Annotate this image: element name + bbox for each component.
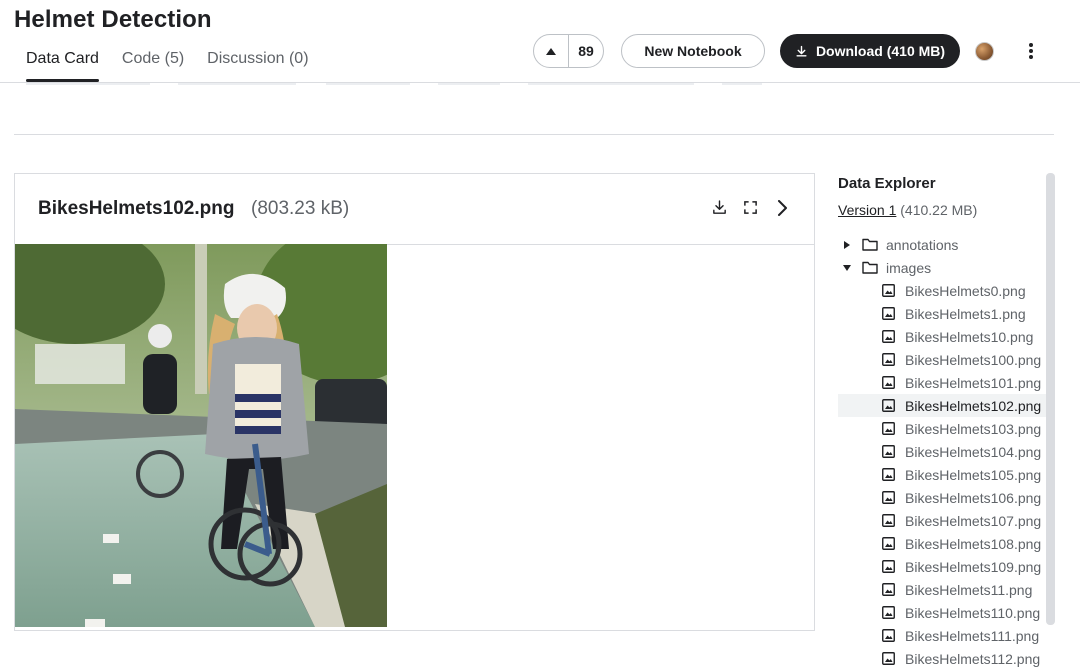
- tree-file-item[interactable]: BikesHelmets109.png: [838, 555, 1046, 578]
- image-file-icon: [882, 307, 896, 320]
- tree-file-label: BikesHelmets110.png: [905, 604, 1041, 621]
- image-file-icon: [882, 399, 896, 412]
- tree-file-item[interactable]: BikesHelmets108.png: [838, 532, 1046, 555]
- download-button[interactable]: Download (410 MB): [780, 34, 960, 68]
- tree-file-label: BikesHelmets11.png: [905, 581, 1033, 598]
- user-avatar[interactable]: [975, 42, 994, 61]
- fullscreen-button[interactable]: [742, 199, 759, 216]
- tree-file-item[interactable]: BikesHelmets11.png: [838, 578, 1046, 601]
- tree-file-item[interactable]: BikesHelmets110.png: [838, 601, 1046, 624]
- tree-file-label: BikesHelmets1.png: [905, 305, 1026, 322]
- arrow-up-icon: [546, 47, 556, 55]
- download-icon: [713, 200, 726, 214]
- image-file-icon: [882, 376, 896, 389]
- data-explorer-title: Data Explorer: [838, 175, 936, 192]
- image-file-icon: [882, 606, 896, 619]
- image-file-icon: [882, 652, 896, 665]
- tree-file-label: BikesHelmets102.png: [905, 397, 1042, 414]
- preview-header: BikesHelmets102.png (803.23 kB): [15, 174, 814, 245]
- explorer-scrollbar[interactable]: [1046, 173, 1055, 625]
- image-file-icon: [882, 583, 896, 596]
- section-divider: [14, 134, 1054, 135]
- preview-actions: [711, 199, 790, 216]
- tree-file-label: BikesHelmets105.png: [905, 466, 1042, 483]
- tree-file-item[interactable]: BikesHelmets106.png: [838, 486, 1046, 509]
- tree-file-item[interactable]: BikesHelmets1.png: [838, 302, 1046, 325]
- tree-file-label: BikesHelmets111.png: [905, 627, 1040, 644]
- cyclist-photo: [15, 244, 387, 627]
- tree-file-item[interactable]: BikesHelmets10.png: [838, 325, 1046, 348]
- tab-discussion[interactable]: Discussion (0): [207, 50, 308, 80]
- tree-file-label: BikesHelmets101.png: [905, 374, 1042, 391]
- image-file-icon: [882, 445, 896, 458]
- tree-file-item[interactable]: BikesHelmets0.png: [838, 279, 1046, 302]
- image-file-list: BikesHelmets0.png BikesHelmets1.png BikesH…: [838, 279, 1046, 670]
- preview-image: [15, 244, 387, 627]
- tree-file-item[interactable]: BikesHelmets101.png: [838, 371, 1046, 394]
- new-notebook-button[interactable]: New Notebook: [621, 34, 765, 68]
- tree-file-label: BikesHelmets112.png: [905, 650, 1041, 667]
- tree-file-label: BikesHelmets103.png: [905, 420, 1042, 437]
- tree-file-label: BikesHelmets0.png: [905, 282, 1026, 299]
- image-file-icon: [882, 514, 896, 527]
- image-file-icon: [882, 560, 896, 573]
- tree-file-label: BikesHelmets106.png: [905, 489, 1042, 506]
- download-icon: [796, 45, 807, 57]
- image-file-icon: [882, 353, 896, 366]
- image-file-icon: [882, 468, 896, 481]
- tree-file-item[interactable]: BikesHelmets111.png: [838, 624, 1046, 647]
- image-file-icon: [882, 422, 896, 435]
- tree-folder-label: annotations: [886, 236, 959, 253]
- fullscreen-icon: [744, 201, 757, 214]
- tab-data-card[interactable]: Data Card: [26, 50, 99, 82]
- download-file-button[interactable]: [711, 199, 728, 216]
- tree-file-label: BikesHelmets10.png: [905, 328, 1034, 345]
- tab-bar: Data Card Code (5) Discussion (0): [26, 50, 309, 82]
- download-label: Download (410 MB): [815, 43, 946, 59]
- collapsed-content-strip: [0, 83, 1080, 85]
- tree-file-label: BikesHelmets100.png: [905, 351, 1042, 368]
- tree-file-item[interactable]: BikesHelmets104.png: [838, 440, 1046, 463]
- version-link[interactable]: Version 1: [838, 202, 896, 218]
- tree-folder-label: images: [886, 259, 932, 276]
- data-explorer: Data Explorer Version 1 (410.22 MB) anno…: [838, 173, 1048, 667]
- upvote-button[interactable]: [534, 35, 569, 67]
- next-file-button[interactable]: [773, 199, 790, 216]
- tree-file-label: BikesHelmets108.png: [905, 535, 1042, 552]
- more-vert-icon: [1029, 43, 1033, 59]
- folder-icon: [862, 238, 878, 251]
- tree-folder-images[interactable]: images: [838, 256, 1046, 279]
- caret-down-icon[interactable]: [838, 264, 856, 271]
- caret-right-icon[interactable]: [838, 240, 856, 249]
- upvote-widget: 89: [533, 34, 604, 68]
- tab-code[interactable]: Code (5): [122, 50, 184, 80]
- file-preview-panel: BikesHelmets102.png (803.23 kB): [14, 173, 815, 631]
- preview-filename: BikesHelmets102.png: [38, 198, 235, 219]
- image-file-icon: [882, 330, 896, 343]
- tree-file-item[interactable]: BikesHelmets107.png: [838, 509, 1046, 532]
- vote-count: 89: [578, 43, 594, 59]
- tree-file-item[interactable]: BikesHelmets102.png: [838, 394, 1046, 417]
- tree-file-item[interactable]: BikesHelmets105.png: [838, 463, 1046, 486]
- image-file-icon: [882, 537, 896, 550]
- tree-file-label: BikesHelmets107.png: [905, 512, 1042, 529]
- tree-file-label: BikesHelmets104.png: [905, 443, 1042, 460]
- preview-filesize: (803.23 kB): [251, 198, 350, 219]
- page-title: Helmet Detection: [14, 6, 212, 33]
- more-options-button[interactable]: [1021, 41, 1041, 61]
- tree-file-item[interactable]: BikesHelmets112.png: [838, 647, 1046, 670]
- tree-file-item[interactable]: BikesHelmets100.png: [838, 348, 1046, 371]
- tree-folder-annotations[interactable]: annotations: [838, 233, 1046, 256]
- tree-file-item[interactable]: BikesHelmets103.png: [838, 417, 1046, 440]
- file-tree: annotations images BikesHelmets0.png Bike…: [838, 233, 1046, 670]
- folder-icon: [862, 261, 878, 274]
- image-file-icon: [882, 629, 896, 642]
- chevron-right-icon: [777, 199, 787, 216]
- tree-file-label: BikesHelmets109.png: [905, 558, 1042, 575]
- image-file-icon: [882, 284, 896, 297]
- version-size: (410.22 MB): [900, 202, 978, 218]
- version-info: Version 1 (410.22 MB): [838, 202, 977, 218]
- image-file-icon: [882, 491, 896, 504]
